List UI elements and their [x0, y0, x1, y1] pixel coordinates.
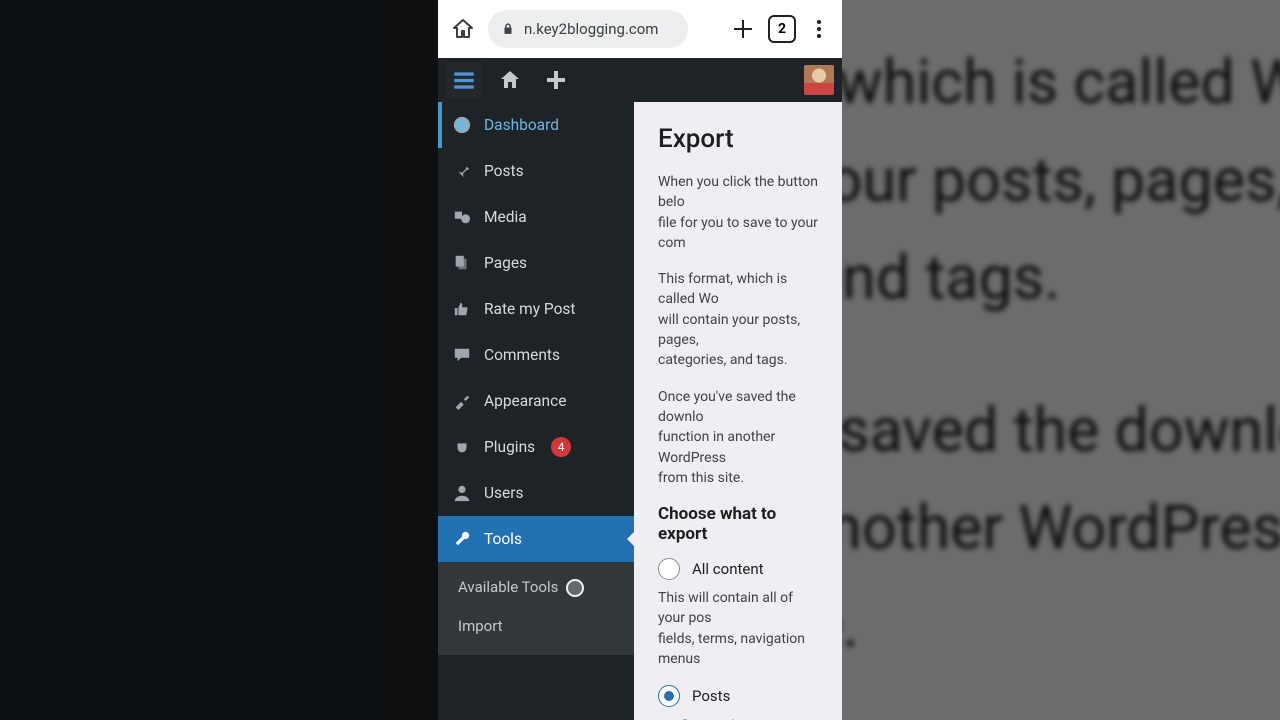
site-home-button[interactable] — [492, 62, 528, 98]
tools-submenu: Available Tools Import — [438, 562, 634, 655]
page-title: Export — [658, 124, 818, 154]
update-badge: 4 — [551, 437, 571, 457]
sidebar-item-tools[interactable]: Tools — [438, 516, 634, 562]
pin-icon — [452, 161, 472, 181]
export-intro-3: Once you've saved the downlofunction in … — [658, 387, 818, 488]
tab-switcher[interactable]: 2 — [768, 15, 796, 43]
dashboard-icon — [452, 115, 472, 135]
phone-frame: n.key2blogging.com 2 Dashboard — [438, 0, 842, 720]
export-intro-1: When you click the button belofile for y… — [658, 172, 818, 253]
sidebar-item-dashboard[interactable]: Dashboard — [438, 102, 634, 148]
url-text: n.key2blogging.com — [524, 20, 658, 38]
sidebar-item-label: Rate my Post — [484, 300, 575, 318]
lock-icon — [500, 21, 516, 37]
brush-icon — [452, 391, 472, 411]
sidebar-item-label: Posts — [484, 162, 524, 180]
user-avatar[interactable] — [804, 65, 834, 95]
sidebar-item-plugins[interactable]: Plugins 4 — [438, 424, 634, 470]
sidebar-item-pages[interactable]: Pages — [438, 240, 634, 286]
export-option-all[interactable]: All content — [658, 558, 818, 580]
touch-cursor-icon — [566, 579, 584, 597]
bg-left: Media Pages Rate my Post Comments Appear… — [0, 0, 438, 720]
sidebar-item-label: Tools — [484, 530, 522, 548]
thumb-icon — [452, 299, 472, 319]
address-bar[interactable]: n.key2blogging.com — [488, 10, 688, 48]
sidebar-item-rate-my-post[interactable]: Rate my Post — [438, 286, 634, 332]
plug-icon — [452, 437, 472, 457]
home-button[interactable] — [448, 14, 478, 44]
wrench-icon — [452, 529, 472, 549]
browser-chrome: n.key2blogging.com 2 — [438, 0, 842, 58]
browser-menu-button[interactable] — [806, 16, 832, 42]
media-icon — [452, 207, 472, 227]
sidebar-item-label: Dashboard — [484, 116, 559, 134]
sidebar-item-media[interactable]: Media — [438, 194, 634, 240]
sidebar-item-posts[interactable]: Posts — [438, 148, 634, 194]
hamburger-menu-button[interactable] — [446, 62, 482, 98]
user-icon — [452, 483, 472, 503]
sidebar-item-users[interactable]: Users — [438, 470, 634, 516]
export-page: Export When you click the button belofil… — [634, 102, 842, 720]
sidebar-item-label: Plugins — [484, 438, 535, 456]
radio-label: All content — [692, 560, 764, 578]
export-intro-2: This format, which is called Wowill cont… — [658, 269, 818, 370]
export-option-posts[interactable]: Posts — [658, 685, 818, 707]
all-content-desc: This will contain all of your posfields,… — [658, 588, 818, 669]
new-tab-button[interactable] — [728, 14, 758, 44]
comments-icon — [452, 345, 472, 365]
submenu-available-tools[interactable]: Available Tools — [438, 568, 634, 607]
admin-sidebar: Dashboard Posts Media Pages Rate my Post… — [438, 102, 634, 720]
bg-right: you to save to your com rmat, which is c… — [842, 0, 1280, 720]
sidebar-item-comments[interactable]: Comments — [438, 332, 634, 378]
pages-icon — [452, 253, 472, 273]
radio-label: Posts — [692, 687, 730, 705]
sidebar-item-label: Comments — [484, 346, 560, 364]
wp-admin-bar — [438, 58, 842, 102]
new-content-button[interactable] — [538, 62, 574, 98]
sidebar-item-label: Appearance — [484, 392, 566, 410]
sidebar-item-label: Media — [484, 208, 527, 226]
sidebar-item-appearance[interactable]: Appearance — [438, 378, 634, 424]
sidebar-item-label: Users — [484, 484, 524, 502]
radio-icon — [658, 558, 680, 580]
submenu-import[interactable]: Import — [438, 607, 634, 645]
choose-heading: Choose what to export — [658, 504, 818, 544]
sidebar-item-label: Pages — [484, 254, 527, 272]
radio-icon — [658, 685, 680, 707]
